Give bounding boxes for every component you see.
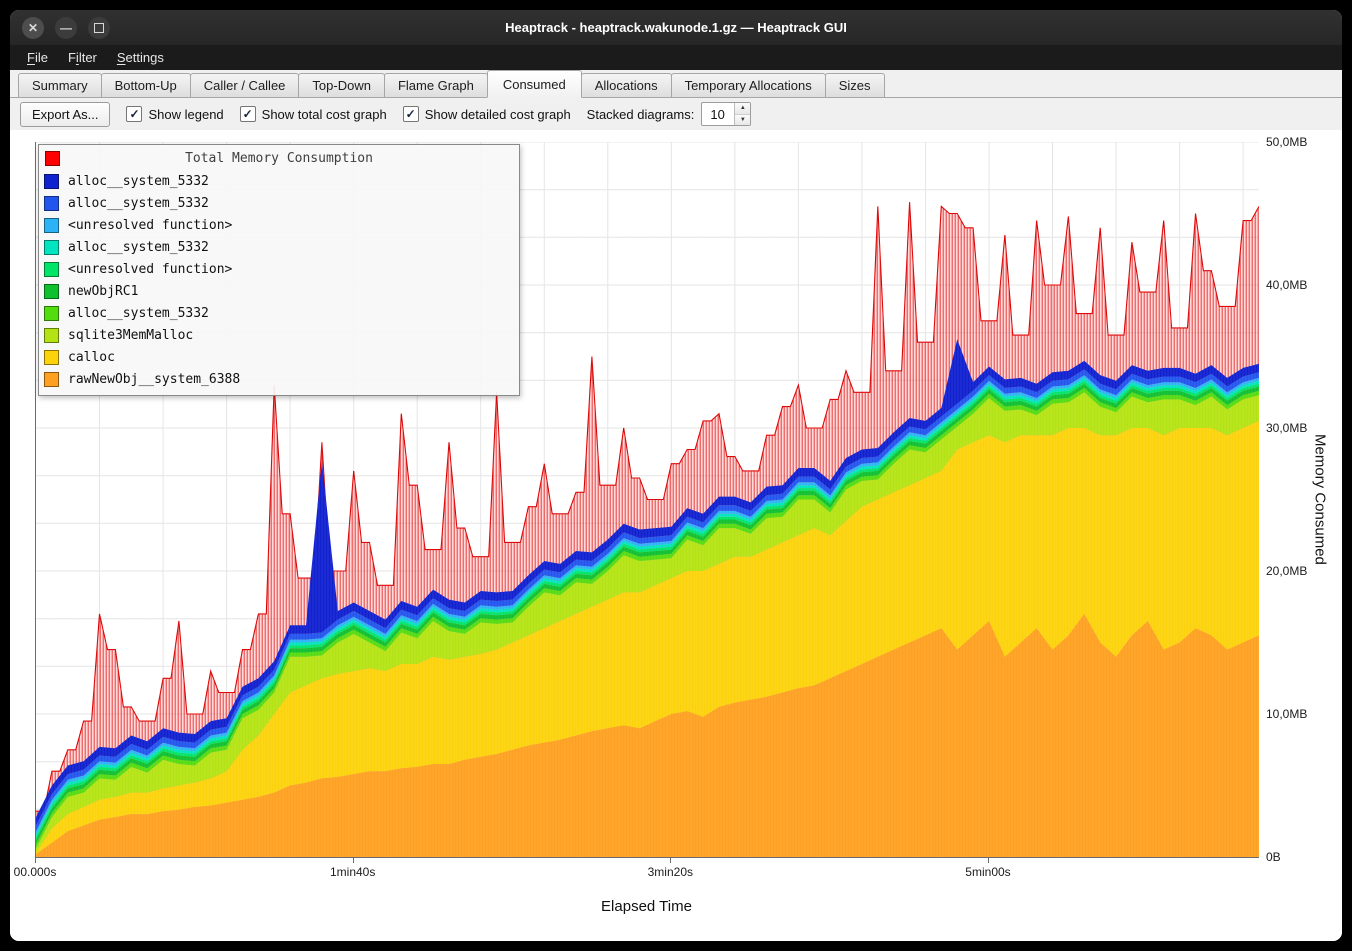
app-window: ✕ — Heaptrack - heaptrack.wakunode.1.gz … (10, 10, 1342, 941)
close-button[interactable]: ✕ (22, 17, 44, 39)
x-axis-tick-mark (35, 858, 36, 863)
x-axis-tick-mark (670, 858, 671, 863)
y-axis-tick-label: 20,0MB (1266, 564, 1307, 578)
legend-swatch-total (45, 151, 60, 166)
legend-swatch (44, 196, 59, 211)
legend-title: Total Memory Consumption (44, 148, 514, 170)
checkbox-show-total-cost-graph[interactable]: ✓ Show total cost graph (240, 106, 387, 122)
checkbox-box-icon[interactable]: ✓ (240, 106, 256, 122)
tab-caller-callee[interactable]: Caller / Callee (190, 73, 300, 97)
tab-summary[interactable]: Summary (18, 73, 102, 97)
menu-filter[interactable]: Filter (59, 47, 106, 68)
legend-label: alloc__system_5332 (68, 174, 209, 189)
x-axis-tick-label: 5min00s (965, 865, 1010, 879)
spinner-arrows: ▲ ▼ (734, 103, 750, 125)
legend-item: rawNewObj__system_6388 (44, 368, 514, 390)
checkbox-box-icon[interactable]: ✓ (126, 106, 142, 122)
minimize-icon: — (60, 22, 72, 34)
legend-item: alloc__system_5332 (44, 192, 514, 214)
y-axis-tick-label: 40,0MB (1266, 278, 1307, 292)
export-as-button[interactable]: Export As... (20, 102, 110, 127)
spin-down-button[interactable]: ▼ (735, 115, 750, 126)
legend-item: alloc__system_5332 (44, 302, 514, 324)
legend-item: <unresolved function> (44, 214, 514, 236)
y-axis-tick-label: 50,0MB (1266, 135, 1307, 149)
legend-label: calloc (68, 350, 115, 365)
desktop: { "window": { "title": "Heaptrack - heap… (0, 0, 1352, 951)
toolbar-checkboxes: ✓ Show legend ✓ Show total cost graph ✓ Show … (126, 106, 570, 122)
legend-item: calloc (44, 346, 514, 368)
maximize-button[interactable] (88, 17, 110, 39)
chart-legend: Total Memory Consumption alloc__system_53… (38, 144, 520, 396)
tab-allocations[interactable]: Allocations (581, 73, 672, 97)
menu-file[interactable]: File (18, 47, 57, 68)
window-controls: ✕ — (22, 10, 110, 45)
x-axis-title: Elapsed Time (35, 898, 1258, 915)
legend-swatch (44, 372, 59, 387)
legend-swatch (44, 350, 59, 365)
window-title: Heaptrack - heaptrack.wakunode.1.gz — He… (505, 20, 847, 35)
legend-swatch (44, 218, 59, 233)
checkbox-label: Show legend (148, 107, 223, 122)
toolbar: Export As... ✓ Show legend ✓ Show total cos… (10, 98, 1342, 130)
tab-sizes[interactable]: Sizes (825, 73, 885, 97)
x-axis-tick-label: 3min20s (648, 865, 693, 879)
legend-swatch (44, 174, 59, 189)
checkbox-show-legend[interactable]: ✓ Show legend (126, 106, 223, 122)
legend-swatch (44, 306, 59, 321)
legend-label: sqlite3MemMalloc (68, 328, 193, 343)
tab-bottom-up[interactable]: Bottom-Up (101, 73, 191, 97)
legend-item: alloc__system_5332 (44, 170, 514, 192)
menu-settings[interactable]: Settings (108, 47, 173, 68)
stacked-diagrams-value[interactable]: 10 (702, 103, 734, 125)
stacked-diagrams-spinner[interactable]: 10 ▲ ▼ (701, 102, 751, 126)
legend-item: alloc__system_5332 (44, 236, 514, 258)
checkbox-label: Show total cost graph (262, 107, 387, 122)
x-axis-tick-label: 1min40s (330, 865, 375, 879)
checkbox-box-icon[interactable]: ✓ (403, 106, 419, 122)
minimize-button[interactable]: — (55, 17, 77, 39)
y-axis-tick-label: 30,0MB (1266, 421, 1307, 435)
stacked-diagrams-control: Stacked diagrams: 10 ▲ ▼ (587, 102, 752, 126)
stacked-diagrams-label: Stacked diagrams: (587, 107, 695, 122)
title-bar: ✕ — Heaptrack - heaptrack.wakunode.1.gz … (10, 10, 1342, 45)
legend-title-row: Total Memory Consumption (44, 148, 514, 170)
legend-label: <unresolved function> (68, 262, 232, 277)
tab-temporary-allocations[interactable]: Temporary Allocations (671, 73, 826, 97)
legend-swatch (44, 284, 59, 299)
legend-item: sqlite3MemMalloc (44, 324, 514, 346)
y-axis-tick-label: 0B (1266, 850, 1281, 864)
legend-label: rawNewObj__system_6388 (68, 372, 240, 387)
menu-bar: FileFilterSettings (10, 45, 1342, 70)
legend-swatch (44, 328, 59, 343)
y-axis-tick-label: 10,0MB (1266, 707, 1307, 721)
legend-label: newObjRC1 (68, 284, 138, 299)
legend-label: alloc__system_5332 (68, 196, 209, 211)
checkbox-label: Show detailed cost graph (425, 107, 571, 122)
legend-label: alloc__system_5332 (68, 306, 209, 321)
legend-item: newObjRC1 (44, 280, 514, 302)
legend-swatch (44, 240, 59, 255)
checkbox-show-detailed-cost-graph[interactable]: ✓ Show detailed cost graph (403, 106, 571, 122)
legend-item: <unresolved function> (44, 258, 514, 280)
tab-bar: SummaryBottom-UpCaller / CalleeTop-DownF… (10, 70, 1342, 98)
x-axis-tick-mark (988, 858, 989, 863)
chart-region: Total Memory Consumption alloc__system_53… (10, 130, 1342, 941)
tab-flame-graph[interactable]: Flame Graph (384, 73, 488, 97)
legend-swatch (44, 262, 59, 277)
y-axis-title: Memory Consumed (1308, 142, 1332, 857)
close-icon: ✕ (28, 22, 38, 34)
x-axis-tick-label: 00.000s (14, 865, 57, 879)
maximize-icon (94, 23, 104, 33)
tab-top-down[interactable]: Top-Down (298, 73, 385, 97)
legend-label: alloc__system_5332 (68, 240, 209, 255)
tab-consumed[interactable]: Consumed (487, 70, 582, 98)
legend-label: <unresolved function> (68, 218, 232, 233)
spin-up-button[interactable]: ▲ (735, 103, 750, 115)
x-axis-tick-mark (353, 858, 354, 863)
